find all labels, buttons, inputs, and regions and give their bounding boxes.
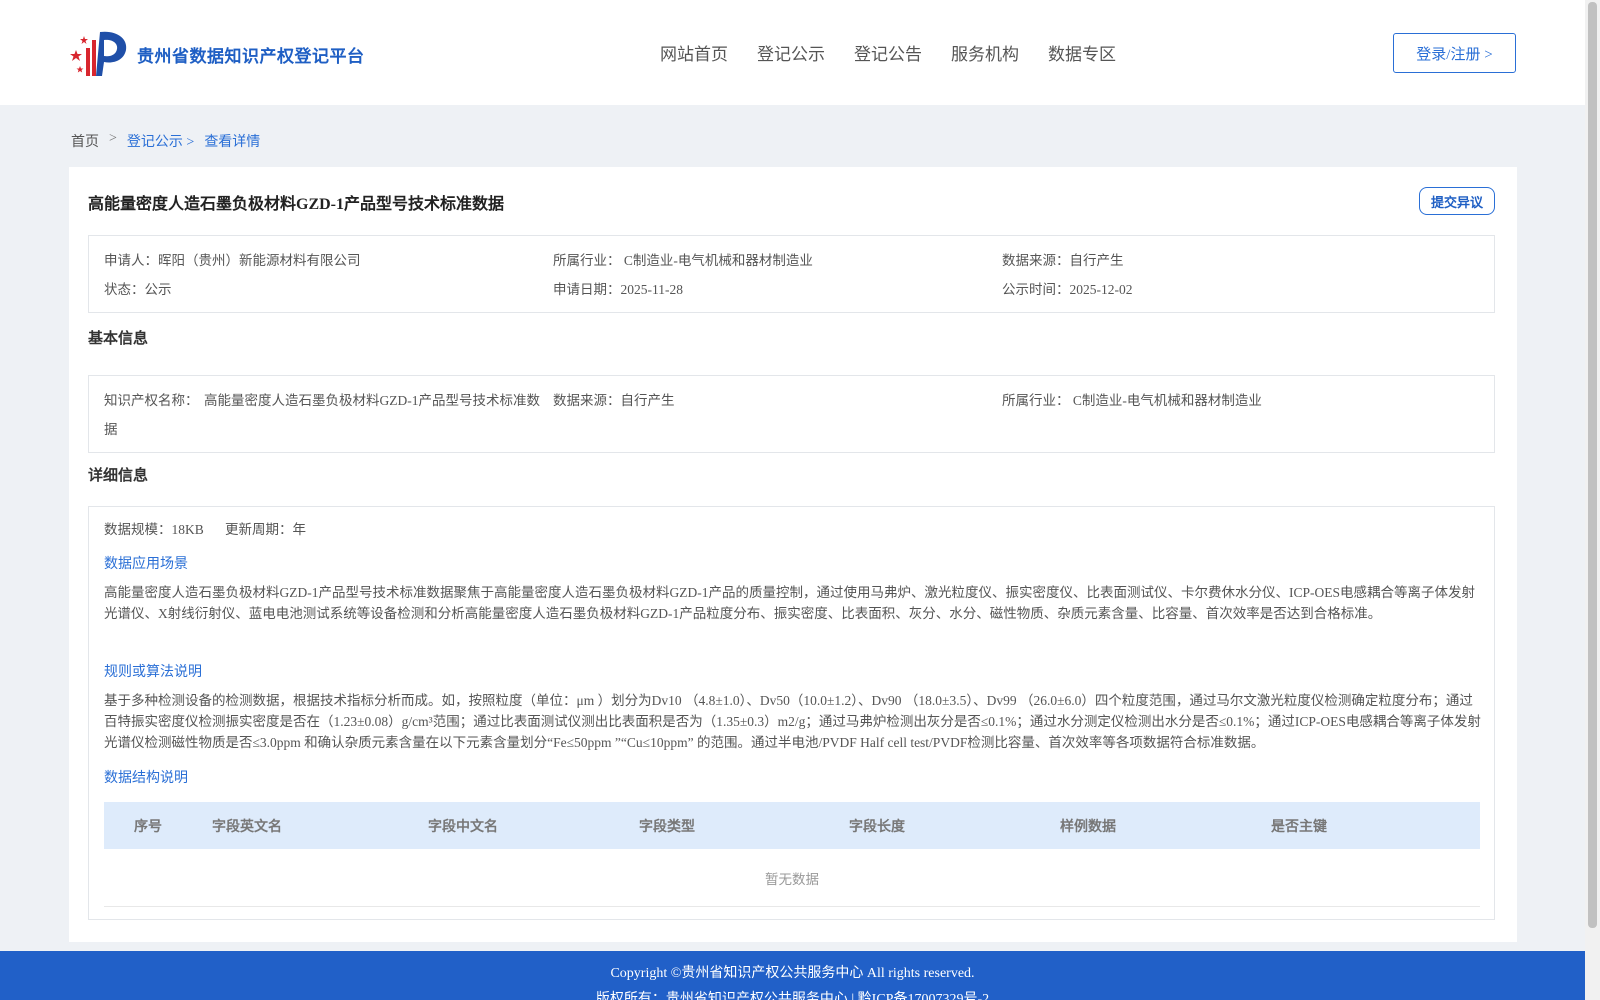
- ip-name-label: 知识产权名称：: [104, 393, 199, 408]
- record-meta-box: 申请人：晖阳（贵州）新能源材料有限公司 所属行业： C制造业-电气机械和器材制造…: [88, 235, 1495, 313]
- footer-icp[interactable]: 版权所有：贵州省知识产权公共服务中心 | 黔ICP备17007329号-2: [0, 988, 1585, 1000]
- ip-name-wrap: 据: [104, 422, 118, 437]
- th-sample-data: 样例数据: [1060, 820, 1116, 835]
- status: 状态：公示: [104, 282, 172, 297]
- algorithm-heading: 规则或算法说明: [104, 665, 202, 680]
- detail-info-box: 数据规模：18KB 更新周期：年 数据应用场景 高能量密度人造石墨负极材料GZD…: [88, 506, 1495, 920]
- site-title[interactable]: 贵州省数据知识产权登记平台: [137, 42, 365, 67]
- detail-card: 高能量密度人造石墨负极材料GZD-1产品型号技术标准数据 提交异议 申请人：晖阳…: [69, 167, 1517, 942]
- data-source: 数据来源：自行产生: [1002, 253, 1124, 268]
- breadcrumb-separator: >: [109, 131, 117, 146]
- ip-name-value: 高能量密度人造石墨负极材料GZD-1产品型号技术标准数: [204, 393, 540, 408]
- data-scale: 数据规模：18KB: [104, 522, 204, 537]
- breadcrumb-home[interactable]: 首页: [71, 131, 99, 151]
- th-field-length: 字段长度: [849, 820, 905, 835]
- basic-industry: 所属行业： C制造业-电气机械和器材制造业: [1002, 393, 1262, 408]
- scenario-heading: 数据应用场景: [104, 557, 188, 572]
- basic-info-heading: 基本信息: [88, 331, 149, 347]
- login-register-button[interactable]: 登录/注册 >: [1393, 33, 1516, 73]
- main-nav: 网站首页 登记公示 登记公告 服务机构 数据专区: [660, 40, 1145, 65]
- breadcrumb-current[interactable]: 查看详情: [204, 131, 260, 151]
- record-title: 高能量密度人造石墨负极材料GZD-1产品型号技术标准数据: [88, 196, 505, 213]
- scrollbar-thumb[interactable]: [1588, 2, 1597, 928]
- industry: 所属行业： C制造业-电气机械和器材制造业: [553, 253, 813, 268]
- page-scrollbar[interactable]: [1585, 0, 1600, 1000]
- basic-info-box: 知识产权名称： 高能量密度人造石墨负极材料GZD-1产品型号技术标准数 据 数据…: [88, 375, 1495, 453]
- nav-registration-publicity[interactable]: 登记公示: [757, 40, 825, 65]
- apply-date: 申请日期：2025-11-28: [553, 282, 683, 297]
- nav-home[interactable]: 网站首页: [660, 40, 728, 65]
- publish-date: 公示时间：2025-12-02: [1002, 282, 1133, 297]
- nav-service-agencies[interactable]: 服务机构: [951, 40, 1019, 65]
- th-index: 序号: [134, 820, 162, 835]
- detail-info-heading: 详细信息: [88, 468, 149, 484]
- breadcrumb: 首页 > 登记公示 > 查看详情: [71, 131, 270, 151]
- site-footer: Copyright ©贵州省知识产权公共服务中心 All rights rese…: [0, 951, 1585, 1000]
- breadcrumb-registration-publicity[interactable]: 登记公示 >: [127, 131, 194, 151]
- nav-data-zone[interactable]: 数据专区: [1048, 40, 1116, 65]
- algorithm-text: 基于多种检测设备的检测数据，根据技术指标分析而成。如，按照粒度（单位：μm ）划…: [104, 693, 1481, 750]
- footer-copyright: Copyright ©贵州省知识产权公共服务中心 All rights rese…: [610, 966, 975, 981]
- structure-heading: 数据结构说明: [104, 771, 188, 786]
- data-structure-table: 序号 字段英文名 字段中文名 字段类型 字段长度 样例数据 是否主键 暂无数据: [104, 802, 1480, 907]
- site-header: 贵州省数据知识产权登记平台 网站首页 登记公示 登记公告 服务机构 数据专区 登…: [0, 0, 1585, 105]
- submit-objection-button[interactable]: 提交异议: [1419, 187, 1495, 215]
- th-primary-key: 是否主键: [1271, 820, 1327, 835]
- th-field-type: 字段类型: [639, 820, 695, 835]
- th-english-name: 字段英文名: [212, 820, 282, 835]
- table-empty-state: 暂无数据: [104, 849, 1480, 907]
- table-header: 序号 字段英文名 字段中文名 字段类型 字段长度 样例数据 是否主键: [104, 802, 1480, 849]
- th-chinese-name: 字段中文名: [428, 820, 498, 835]
- scenario-text: 高能量密度人造石墨负极材料GZD-1产品型号技术标准数据聚焦于高能量密度人造石墨…: [104, 585, 1475, 621]
- nav-registration-announcement[interactable]: 登记公告: [854, 40, 922, 65]
- site-logo-icon[interactable]: [70, 26, 130, 78]
- basic-data-source: 数据来源：自行产生: [553, 393, 675, 408]
- applicant: 申请人：晖阳（贵州）新能源材料有限公司: [104, 253, 361, 268]
- update-cycle: 更新周期：年: [225, 522, 306, 537]
